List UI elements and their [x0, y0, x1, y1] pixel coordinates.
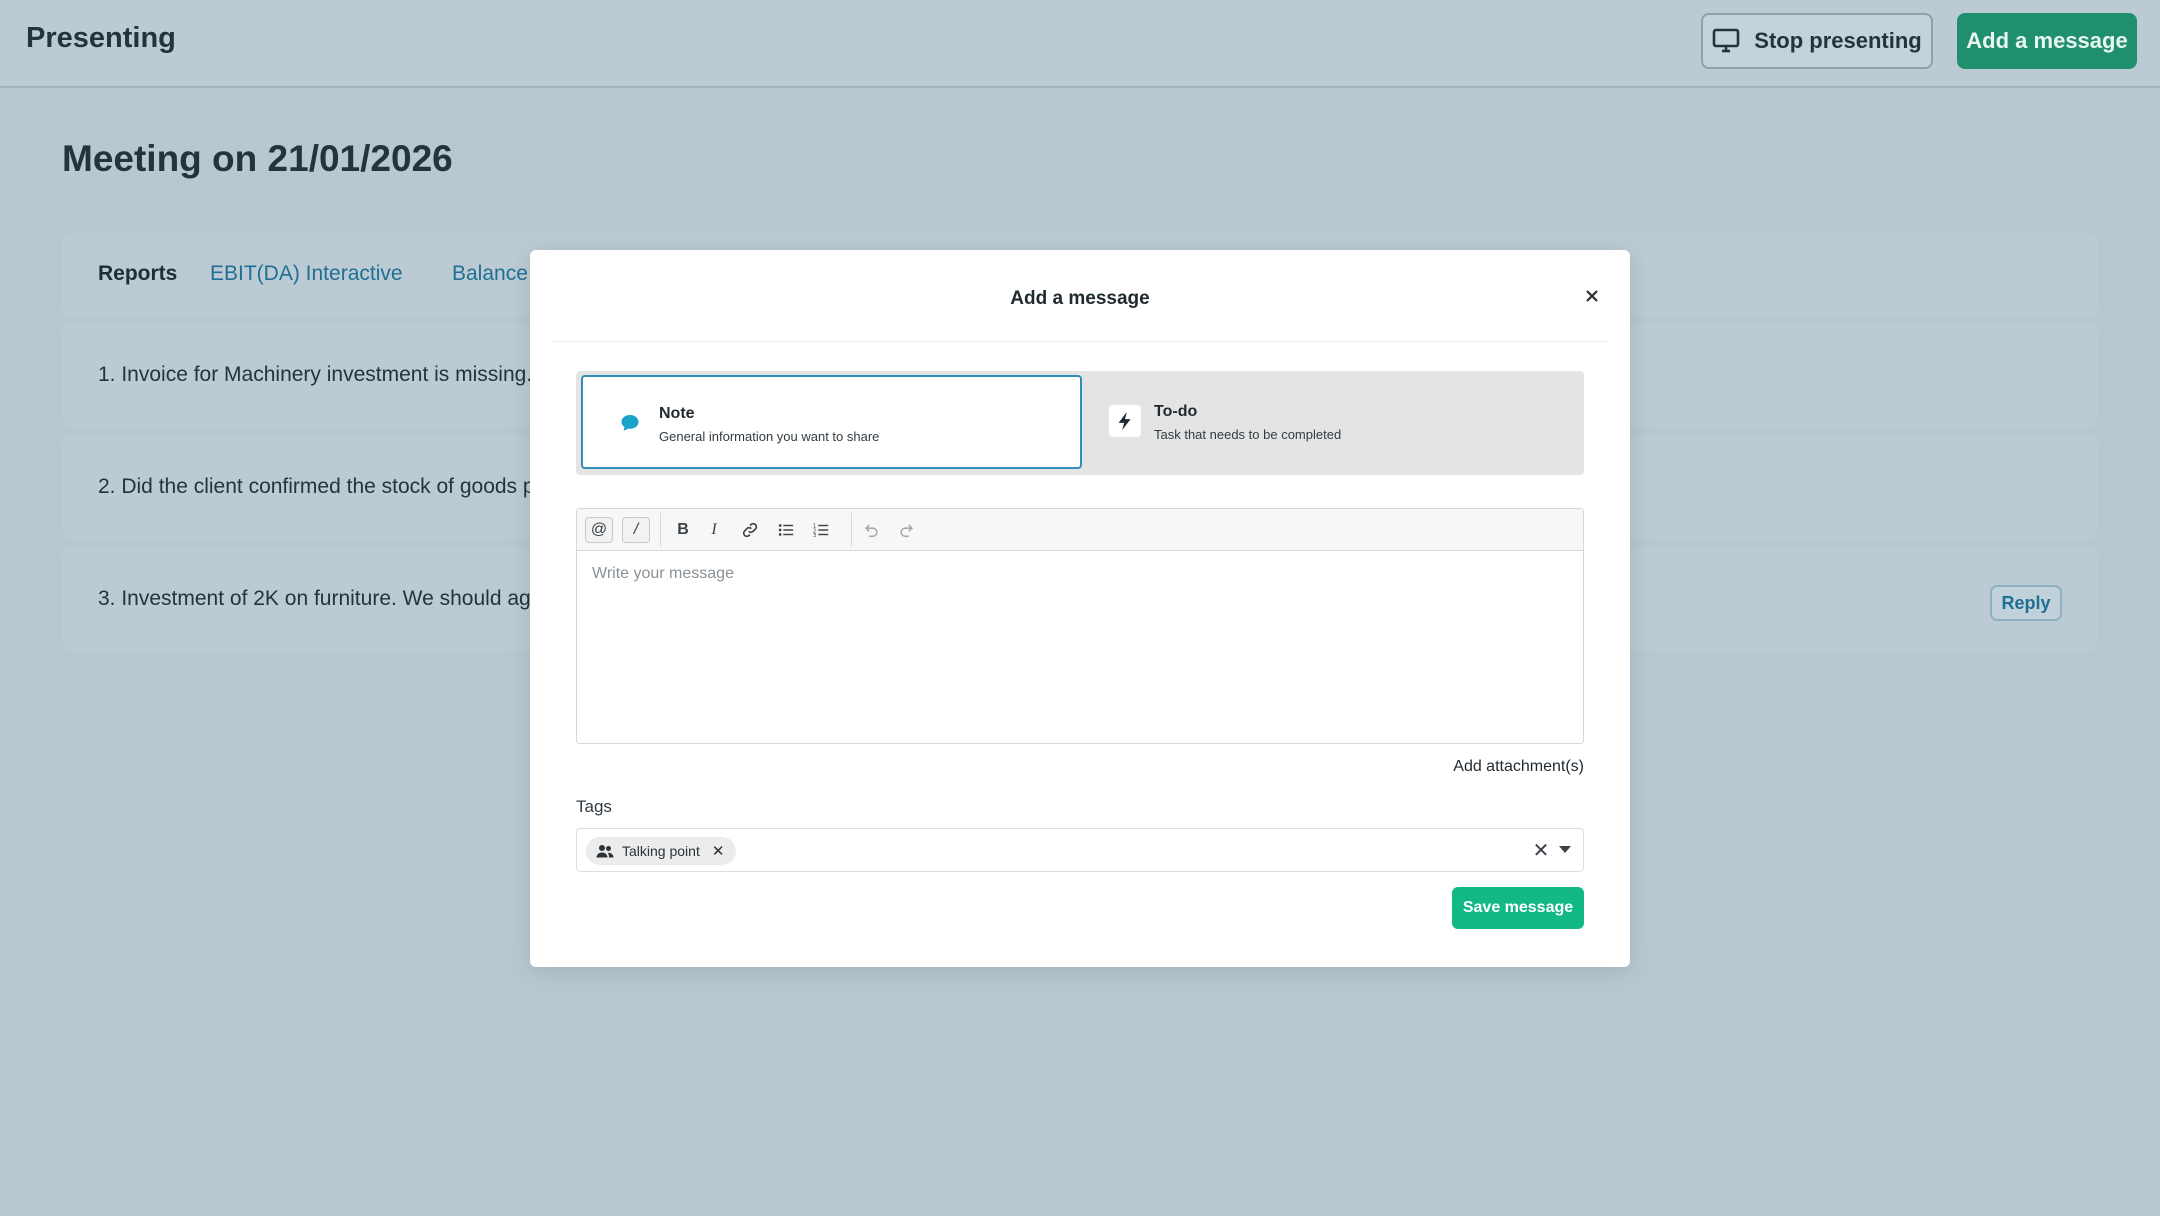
stop-presenting-label: Stop presenting [1754, 28, 1922, 53]
toolbar-divider [851, 513, 852, 547]
type-description: Task that needs to be completed [1154, 427, 1342, 442]
type-option-todo[interactable]: To-do Task that needs to be completed [1078, 375, 1579, 469]
type-label: To-do [1154, 403, 1198, 420]
chevron-down-icon[interactable] [1555, 840, 1575, 860]
reply-button[interactable]: Reply [1990, 585, 2062, 621]
close-icon[interactable] [1582, 286, 1602, 306]
slash-command-button[interactable]: / [622, 517, 650, 543]
page-title: Meeting on 21/01/2026 [62, 138, 453, 179]
message-input-placeholder: Write your message [592, 565, 734, 582]
add-message-dialog: Add a message Note General information y… [530, 250, 1630, 967]
save-message-button[interactable]: Save message [1452, 887, 1584, 929]
type-label: Note [659, 405, 695, 422]
type-description: General information you want to share [659, 429, 880, 444]
item-text: 1. Invoice for Machinery investment is m… [98, 363, 533, 386]
undo-icon[interactable] [857, 517, 885, 543]
tab-balance[interactable]: Balance [452, 262, 528, 286]
add-attachment-link[interactable]: Add attachment(s) [1453, 758, 1584, 776]
tab-ebitda-interactive[interactable]: EBIT(DA) Interactive [210, 262, 403, 286]
dialog-header: Add a message [550, 250, 1610, 342]
stop-presenting-button[interactable]: Stop presenting [1701, 13, 1933, 69]
redo-icon[interactable] [893, 517, 921, 543]
tab-reports[interactable]: Reports [98, 262, 177, 286]
tag-label: Talking point [622, 843, 700, 859]
add-message-button[interactable]: Add a message [1957, 13, 2137, 69]
tags-select[interactable]: Talking point ✕ ✕ [576, 828, 1584, 872]
toolbar-divider [660, 513, 661, 547]
numbered-list-icon[interactable]: 1 2 3 [807, 517, 835, 543]
monitor-icon [1712, 28, 1740, 53]
dialog-title: Add a message [1010, 288, 1150, 309]
remove-tag-icon[interactable]: ✕ [712, 842, 725, 860]
app-title: Presenting [26, 22, 176, 54]
message-type-selector: Note General information you want to sha… [576, 371, 1584, 475]
tag-chip: Talking point ✕ [586, 837, 737, 865]
type-option-note[interactable]: Note General information you want to sha… [581, 375, 1082, 469]
top-bar: Presenting Stop presenting Add a message [0, 0, 2160, 88]
mention-button[interactable]: @ [585, 517, 613, 543]
clear-tags-icon[interactable]: ✕ [1531, 838, 1551, 862]
people-icon [596, 845, 614, 858]
lightning-icon [1109, 405, 1141, 437]
tags-label: Tags [576, 797, 612, 816]
message-editor[interactable]: @ / B I 1 2 3 Write your message [576, 508, 1584, 744]
link-icon[interactable] [736, 517, 764, 543]
item-text: 3. Investment of 2K on furniture. We sho… [98, 587, 538, 610]
bullet-list-icon[interactable] [772, 517, 800, 543]
editor-toolbar: @ / B I 1 2 3 [577, 509, 1583, 551]
speech-bubble-icon [614, 407, 646, 439]
svg-text:3: 3 [813, 533, 816, 539]
bold-button[interactable]: B [669, 517, 697, 543]
item-text: 2. Did the client confirmed the stock of… [98, 475, 535, 498]
italic-button[interactable]: I [700, 517, 728, 543]
